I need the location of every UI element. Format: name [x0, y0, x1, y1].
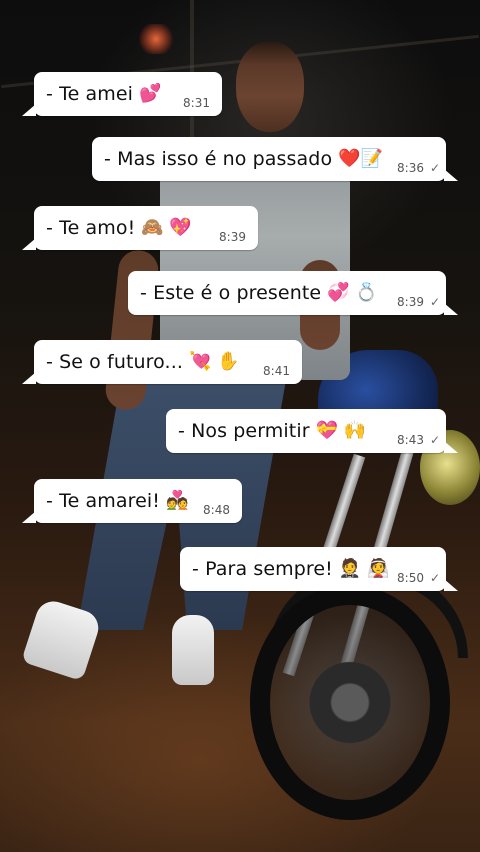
- message-bubble[interactable]: - Este é o presente 💞 💍 8:39 ✓: [128, 271, 458, 315]
- message-text: - Mas isso é no passado: [104, 148, 333, 170]
- message-bubble[interactable]: - Para sempre! 🤵 👰 8:50 ✓: [180, 547, 458, 591]
- person-shoe-right: [172, 615, 214, 685]
- red-light: [136, 24, 176, 54]
- message-bubble[interactable]: - Te amarei! 💑 8:48: [22, 479, 242, 523]
- message-time: 8:50: [397, 571, 424, 585]
- message-bubble[interactable]: - Mas isso é no passado ❤️📝 8:36 ✓: [92, 137, 458, 181]
- message-text: - Este é o presente: [140, 282, 322, 304]
- motorcycle-wheel: [250, 585, 450, 820]
- message-emoji: 💕: [139, 83, 162, 104]
- message-bubble[interactable]: - Nos permitir 💝 🙌 8:43 ✓: [166, 409, 458, 453]
- message-time: 8:31: [183, 96, 210, 110]
- single-check-icon: ✓: [429, 295, 440, 309]
- single-check-icon: ✓: [429, 571, 440, 585]
- message-emoji: 💑: [165, 490, 189, 511]
- message-text: - Para sempre!: [192, 558, 333, 580]
- single-check-icon: ✓: [429, 161, 440, 175]
- message-emoji: 💝 🙌: [315, 420, 367, 441]
- message-text: - Te amei: [46, 83, 134, 105]
- message-time: 8:39: [397, 295, 424, 309]
- message-text: - Te amarei!: [46, 490, 160, 512]
- message-bubble[interactable]: - Se o futuro... 💘 ✋ 8:41: [22, 340, 302, 384]
- message-emoji: 💞 💍: [327, 282, 378, 303]
- message-bubble[interactable]: - Te amo! 🙈 💖 8:39: [22, 206, 258, 250]
- message-time: 8:43: [397, 433, 424, 447]
- person-head: [236, 42, 304, 132]
- message-emoji: ❤️📝: [338, 148, 384, 169]
- single-check-icon: ✓: [429, 433, 440, 447]
- message-bubble[interactable]: - Te amei 💕 8:31: [22, 72, 222, 116]
- message-emoji: 🙈 💖: [141, 217, 192, 238]
- message-emoji: 💘 ✋: [188, 351, 240, 372]
- message-text: - Se o futuro...: [46, 351, 183, 373]
- message-time: 8:39: [219, 230, 246, 244]
- message-time: 8:36: [397, 161, 424, 175]
- message-emoji: 🤵 👰: [338, 558, 390, 579]
- message-text: - Nos permitir: [178, 420, 310, 442]
- message-time: 8:48: [203, 503, 230, 517]
- message-text: - Te amo!: [46, 217, 136, 239]
- message-time: 8:41: [263, 364, 290, 378]
